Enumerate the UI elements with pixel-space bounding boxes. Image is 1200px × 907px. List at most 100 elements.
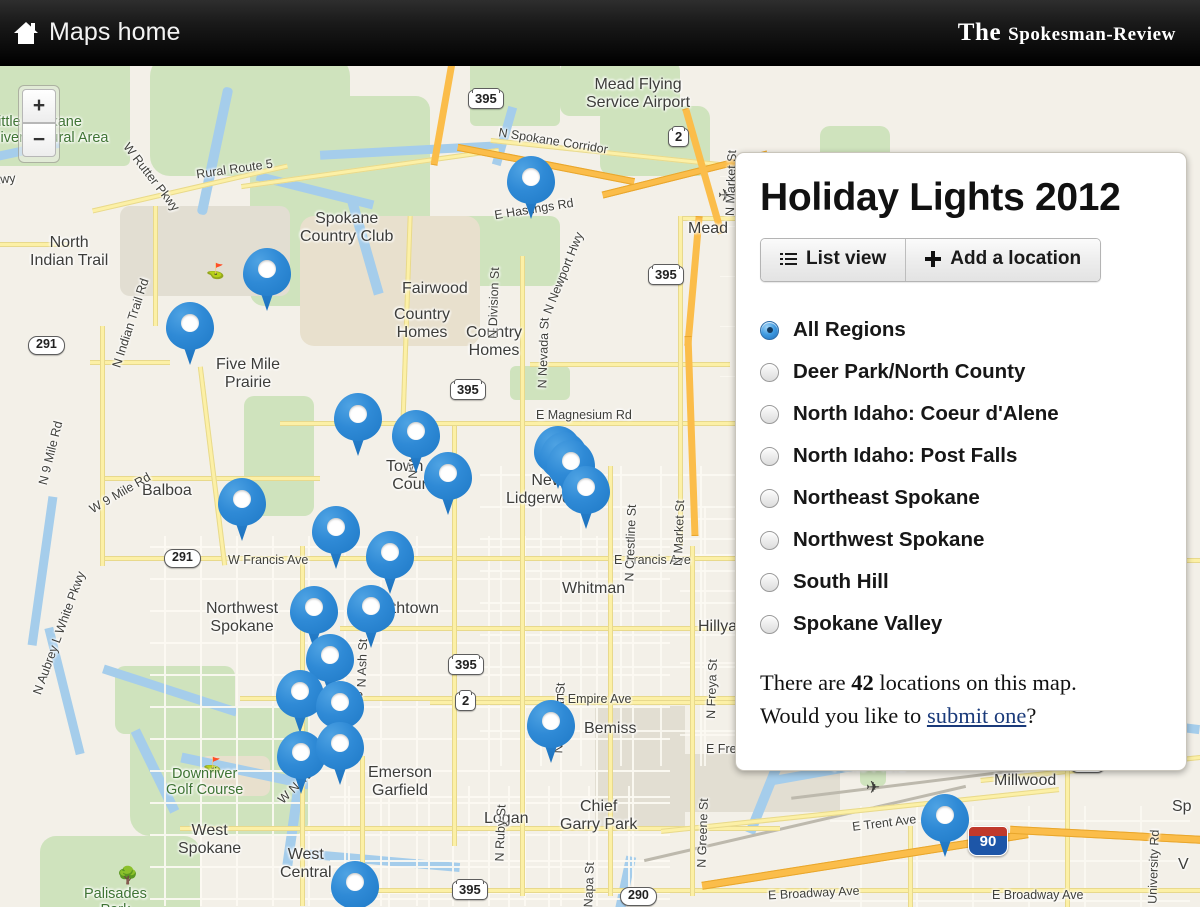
map-label: Chief Garry Park [560, 798, 638, 833]
brand-the: The [957, 18, 1009, 46]
map-label: Sp [1172, 798, 1192, 815]
street-label: N Division St [485, 267, 503, 339]
street-label: N Freya St [703, 658, 720, 720]
list-view-button[interactable]: List view [761, 239, 906, 281]
radio-icon[interactable] [760, 614, 779, 634]
route-shield: 395 [452, 878, 488, 901]
map-marker[interactable] [243, 248, 306, 312]
route-shield: 395 [450, 378, 486, 401]
route-shield: 395 [648, 263, 684, 286]
map-marker[interactable] [347, 585, 410, 649]
radio-icon[interactable] [760, 572, 779, 592]
map-label: West Spokane [178, 822, 242, 857]
map-label: Country Homes [394, 306, 451, 341]
street-label: N Crestline St [622, 504, 639, 582]
map-label: West Central [280, 846, 332, 881]
map-label: Fairwood [402, 280, 468, 297]
maps-home-link[interactable]: Maps home [14, 18, 181, 47]
add-location-label: Add a location [950, 248, 1082, 269]
footer-line2-before-link: Would you like to [760, 702, 927, 728]
route-shield: 291 [164, 549, 201, 568]
map-marker[interactable] [921, 794, 984, 858]
region-option-northeast-spokane[interactable]: Northeast Spokane [760, 477, 1158, 519]
radio-icon[interactable] [760, 488, 779, 508]
map-label: PalisadesPark [84, 886, 147, 907]
map-info-panel: Holiday Lights 2012 List view Add a loca… [735, 152, 1187, 771]
map-label: Millwood [994, 772, 1057, 789]
map-label: Mead Flying Service Airport [586, 76, 691, 111]
map-marker[interactable] [218, 478, 281, 542]
region-option-north-idaho-coeur-dalene[interactable]: North Idaho: Coeur d'Alene [760, 393, 1158, 435]
radio-icon[interactable] [760, 362, 779, 382]
panel-footer-text: There are 42 locations on this map. Woul… [760, 667, 1158, 733]
street-label: N Napa St [580, 861, 597, 907]
plus-icon [925, 251, 942, 267]
footer-text-after-count: locations on this map. [873, 670, 1077, 695]
site-brand: The Spokesman-Review [958, 19, 1176, 47]
map-label: Northwest Spokane [206, 600, 279, 635]
route-shield: 395 [448, 653, 484, 676]
region-label: North Idaho: Coeur d'Alene [793, 402, 1059, 425]
list-view-label: List view [806, 248, 887, 269]
radio-icon[interactable] [760, 530, 779, 550]
map-marker[interactable] [424, 452, 487, 516]
radio-icon-selected[interactable] [760, 320, 779, 340]
map-marker[interactable] [166, 302, 229, 366]
zoom-out-button[interactable]: − [22, 123, 56, 157]
street-label: E Magnesium Rd [536, 408, 632, 422]
zoom-in-button[interactable]: + [22, 89, 56, 123]
route-shield-i90: 90 [968, 826, 1008, 856]
location-count: 42 [851, 670, 874, 695]
house-icon [14, 21, 38, 44]
region-option-all-regions[interactable]: All Regions [760, 309, 1158, 351]
map-marker[interactable] [562, 466, 625, 530]
map-canvas[interactable]: 395 2 395 291 291 395 395 2 395 290 290 … [0, 66, 1200, 907]
route-shield: 290 [620, 887, 657, 906]
radio-icon[interactable] [760, 404, 779, 424]
map-label: North Indian Trail [30, 234, 109, 269]
map-label: Bemiss [584, 720, 637, 737]
map-label: Spokane Country Club [300, 210, 394, 245]
map-marker[interactable] [527, 700, 590, 764]
map-label: V [1178, 856, 1189, 873]
route-shield: 291 [28, 336, 65, 355]
map-zoom-control[interactable]: + − [18, 85, 60, 163]
map-marker[interactable] [334, 393, 397, 457]
route-shield: 2 [668, 125, 690, 148]
page-title: Holiday Lights 2012 [760, 176, 1121, 219]
map-marker[interactable] [507, 156, 570, 220]
street-label: E Broadway Ave [992, 888, 1084, 902]
street-label: N Market St [670, 499, 688, 567]
street-label: N 9 Mile Rd [35, 419, 66, 487]
map-label: Downriver Golf Course [166, 766, 244, 799]
map-label: Whitman [562, 580, 626, 597]
submit-one-link[interactable]: submit one [927, 703, 1026, 728]
brand-name: Spokesman-Review [1008, 23, 1176, 45]
map-label: Mead [688, 220, 729, 237]
region-option-deer-park-north-county[interactable]: Deer Park/North County [760, 351, 1158, 393]
region-option-north-idaho-post-falls[interactable]: North Idaho: Post Falls [760, 435, 1158, 477]
region-label: Spokane Valley [793, 612, 943, 635]
street-label: N Ruby St [492, 804, 509, 862]
region-label: Northeast Spokane [793, 486, 980, 509]
airport-icon: ✈ [866, 778, 881, 797]
street-label: N University Rd [1144, 829, 1162, 907]
golf-icon: ⛳ [206, 263, 225, 280]
panel-button-group: List view Add a location [760, 238, 1102, 282]
map-marker[interactable] [312, 506, 375, 570]
add-location-button[interactable]: Add a location [905, 239, 1101, 281]
street-label: N Nevada St [535, 317, 552, 389]
region-label: South Hill [793, 570, 889, 593]
region-option-south-hill[interactable]: South Hill [760, 561, 1158, 603]
region-label: Deer Park/North County [793, 360, 1026, 383]
radio-icon[interactable] [760, 446, 779, 466]
region-option-spokane-valley[interactable]: Spokane Valley [760, 603, 1158, 645]
region-label: Northwest Spokane [793, 528, 985, 551]
list-icon [780, 252, 797, 266]
region-label: All Regions [793, 318, 906, 341]
map-marker[interactable] [331, 861, 394, 907]
footer-line2-after-link: ? [1026, 702, 1037, 728]
top-bar: Maps home The Spokesman-Review [0, 0, 1200, 66]
region-option-northwest-spokane[interactable]: Northwest Spokane [760, 519, 1158, 561]
map-marker[interactable] [316, 722, 379, 786]
